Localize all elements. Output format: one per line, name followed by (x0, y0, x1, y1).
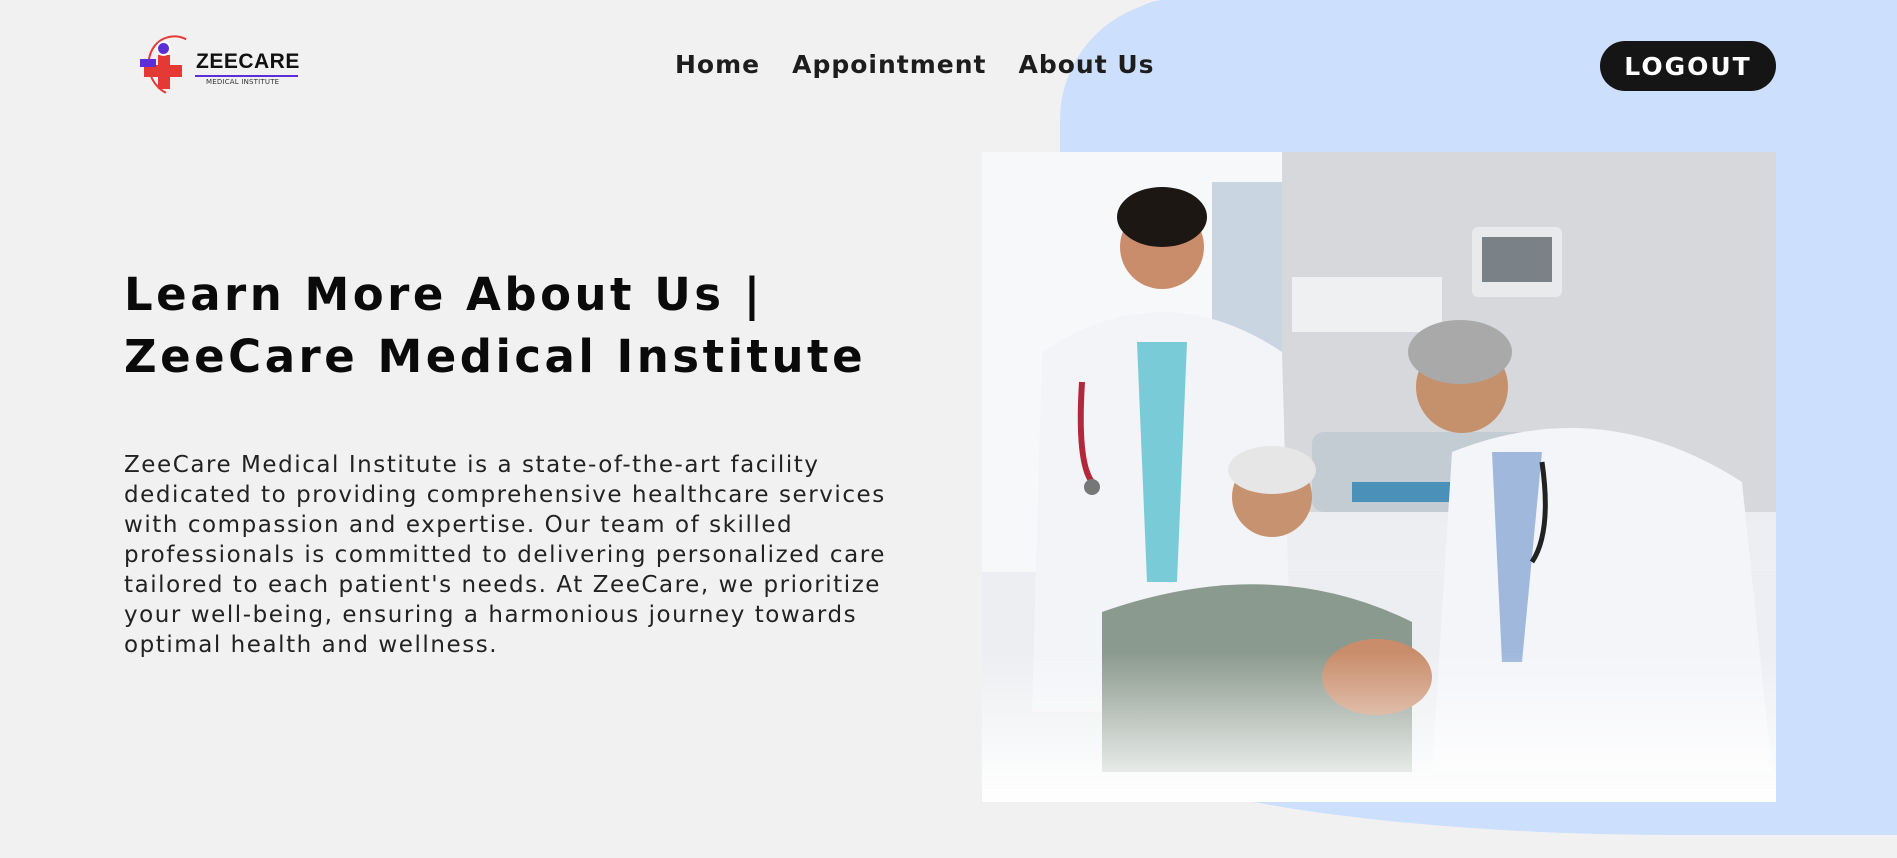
logo-subtitle: MEDICAL INSTITUTE (206, 78, 280, 86)
logo-cross-accent (140, 59, 156, 67)
hero-description: ZeeCare Medical Institute is a state-of-… (124, 452, 886, 658)
logo-brand: ZEECARE (196, 50, 300, 73)
hero-title-line2: ZeeCare Medical Institute (124, 330, 867, 383)
doctors-with-patient-photo (982, 152, 1776, 802)
navbar: ZEECARE MEDICAL INSTITUTE Home Appointme… (0, 0, 1897, 132)
logo-figure-icon (156, 41, 171, 56)
nav-links: Home Appointment About Us (675, 50, 1155, 80)
nav-about-us[interactable]: About Us (1019, 50, 1155, 80)
nav-appointment[interactable]: Appointment (792, 50, 986, 80)
logo[interactable]: ZEECARE MEDICAL INSTITUTE (139, 27, 300, 105)
hero-title: Learn More About Us | ZeeCare Medical Ins… (124, 264, 984, 388)
hero-image (982, 152, 1776, 802)
logo-underline (195, 75, 298, 77)
logout-button[interactable]: LOGOUT (1600, 41, 1776, 91)
nav-home[interactable]: Home (675, 50, 760, 80)
hero-title-line1: Learn More About Us | (124, 268, 764, 321)
